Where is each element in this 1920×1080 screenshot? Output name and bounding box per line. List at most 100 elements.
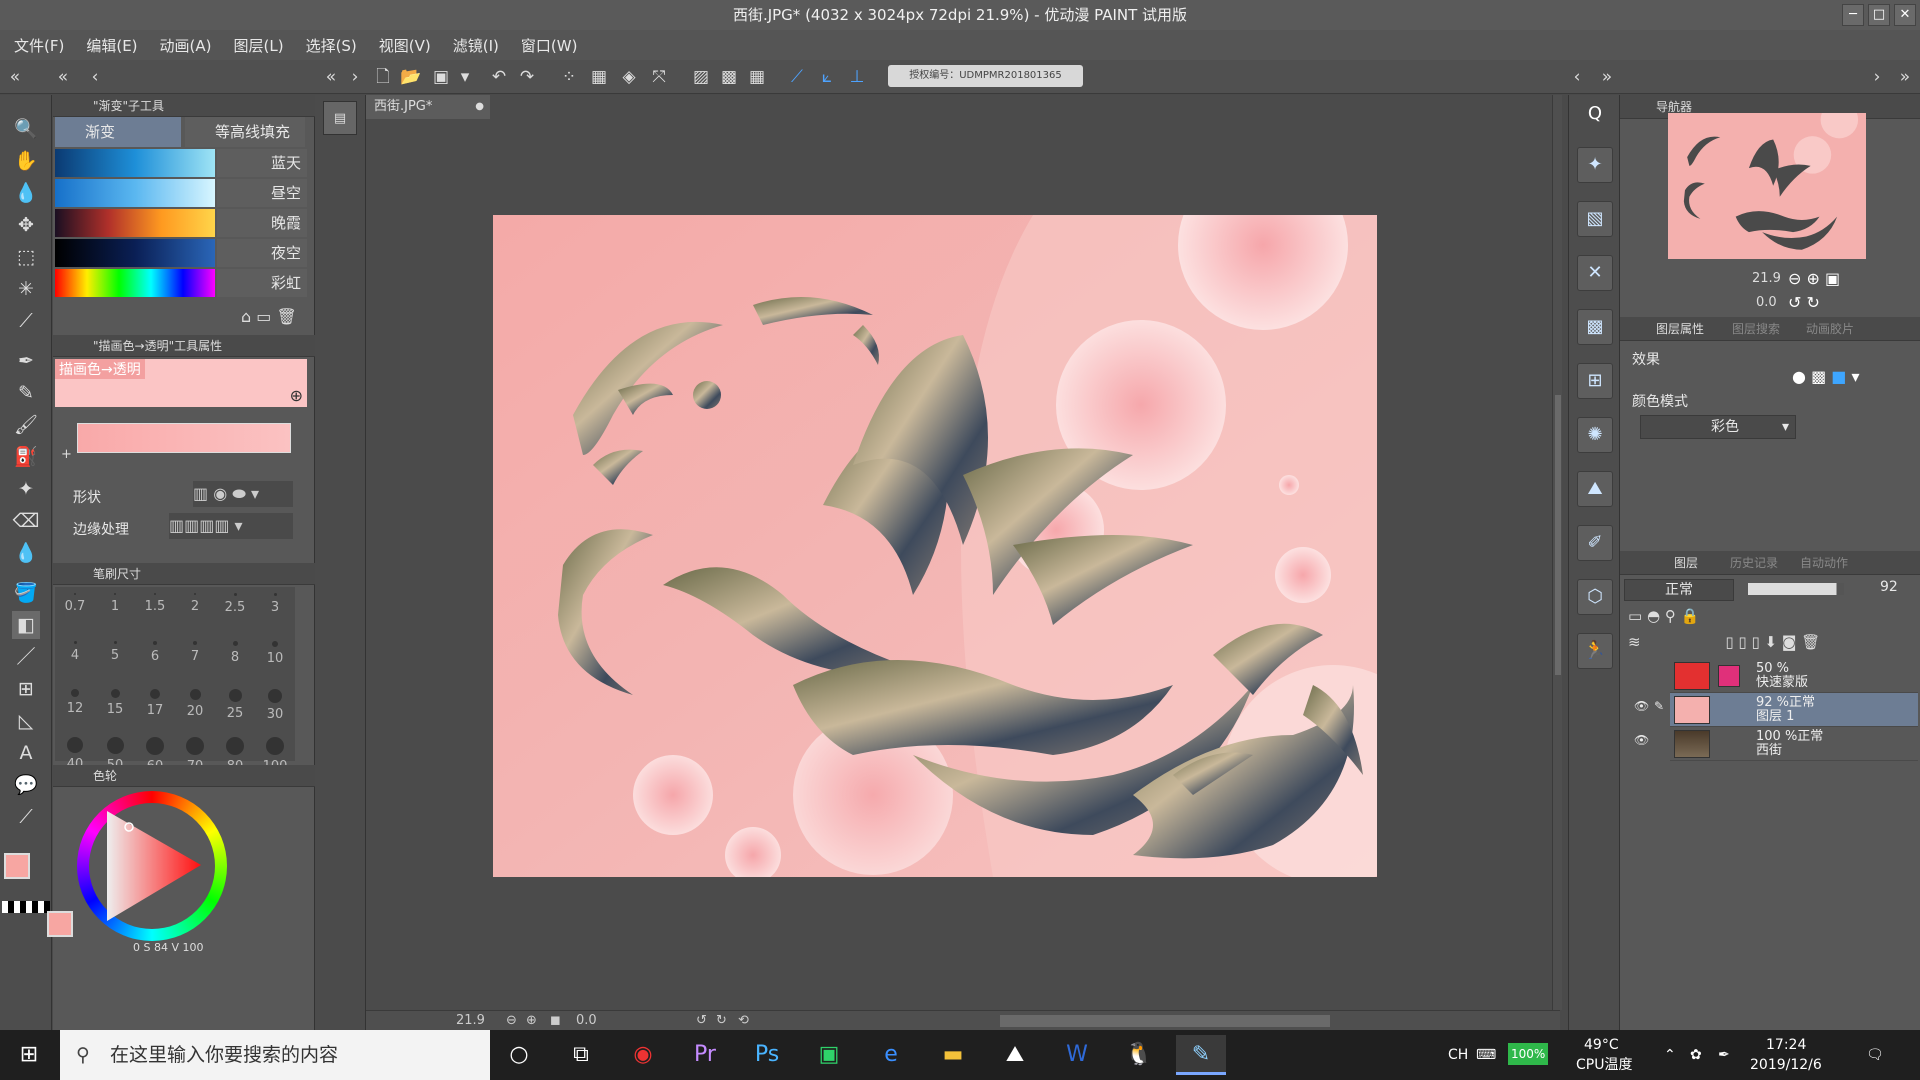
rotate-right-icon[interactable]: ↻	[1807, 293, 1820, 312]
premiere-icon[interactable]: Pr	[680, 1035, 730, 1075]
edit-pen-icon[interactable]: ✎	[1654, 699, 1664, 713]
brush-size-cell[interactable]: 17	[135, 683, 175, 731]
menu-layer[interactable]: 图层(L)	[234, 35, 284, 56]
move-tool-icon[interactable]: ✥	[12, 211, 40, 239]
tab-contour-fill[interactable]: 等高线填充	[185, 117, 305, 147]
cortana-icon[interactable]: ○	[494, 1035, 544, 1075]
close-tab-icon[interactable]: ●	[475, 95, 484, 119]
vertical-scrollbar[interactable]	[1552, 95, 1562, 1010]
material-landscape-icon[interactable]: ⛰	[1577, 471, 1613, 507]
notification-icon[interactable]: 🗨	[1866, 1030, 1884, 1080]
brush-size-cell[interactable]: 7	[175, 635, 215, 683]
material-checker-icon[interactable]: ▩	[1577, 309, 1613, 345]
chevron-right-icon[interactable]: ›	[344, 66, 366, 88]
chevron-left-icon[interactable]: ‹	[1566, 66, 1588, 88]
menu-animation[interactable]: 动画(A)	[160, 35, 212, 56]
brush-size-cell[interactable]: 4	[55, 635, 95, 683]
new-subtool-icon[interactable]: ▭	[256, 307, 271, 326]
mask-icon[interactable]: ◓	[1647, 607, 1660, 625]
tab-history[interactable]: 历史记录	[1730, 551, 1778, 575]
fit-icon[interactable]: ▣	[1825, 269, 1840, 288]
material-frame-icon[interactable]: ⊞	[1577, 363, 1613, 399]
task-view-icon[interactable]: ⧉	[556, 1035, 606, 1075]
shape-selector[interactable]: ▥ ◉ ⬬ ▾	[193, 481, 293, 507]
selection-tool-icon[interactable]: ⬚	[12, 243, 40, 271]
blend-mode-select[interactable]: 正常	[1624, 579, 1734, 601]
brush-size-cell[interactable]: 10	[255, 635, 295, 683]
menu-select[interactable]: 选择(S)	[306, 35, 357, 56]
hue-ring[interactable]	[77, 791, 227, 941]
text-tool-icon[interactable]: A	[12, 739, 40, 767]
main-color-swatch[interactable]	[4, 853, 30, 879]
brush-size-cell[interactable]: 12	[55, 683, 95, 731]
dropdown-arrow-icon[interactable]: ▾	[454, 66, 476, 88]
layer-mask-icon[interactable]: ◙	[1782, 633, 1797, 651]
saturation-triangle[interactable]	[97, 807, 207, 925]
material-pattern-icon[interactable]: ✦	[1577, 147, 1613, 183]
clear-icon[interactable]: ▨	[690, 66, 712, 88]
zoom-out-icon[interactable]: ⊖	[1788, 269, 1801, 288]
menu-file[interactable]: 文件(F)	[14, 35, 64, 56]
eye-icon[interactable]: 👁	[1634, 699, 1649, 713]
horizontal-scrollbar[interactable]	[1000, 1015, 1330, 1027]
new-folder-icon[interactable]: ▯	[1751, 633, 1759, 651]
navigator-title[interactable]: 导航器	[1620, 100, 1692, 114]
photoshop-icon[interactable]: Ps	[742, 1035, 792, 1075]
rotate-left-icon[interactable]: ↺	[696, 1013, 707, 1028]
material-pen-icon[interactable]: ✐	[1577, 525, 1613, 561]
navigator-zoom[interactable]: 21.9	[1752, 271, 1781, 286]
material-3d-icon[interactable]: ⬡	[1577, 579, 1613, 615]
menu-edit[interactable]: 编辑(E)	[86, 35, 137, 56]
status-angle[interactable]: 0.0	[576, 1013, 597, 1028]
document-canvas[interactable]	[493, 215, 1377, 877]
gradient-preset-day-sky[interactable]: 昼空	[55, 179, 307, 209]
gradient-preset-blue-sky[interactable]: 蓝天	[55, 149, 307, 179]
rotate-right-icon[interactable]: ↻	[716, 1013, 727, 1028]
layer-row-xijie[interactable]: 100 %正常 西街	[1670, 727, 1918, 761]
zoom-in-icon[interactable]: ⊕	[526, 1013, 537, 1028]
collapse-right-icon[interactable]: »	[1894, 66, 1916, 88]
gradient-editor-bar[interactable]	[77, 423, 291, 453]
document-tab[interactable]: 西街.JPG* ●	[366, 95, 490, 119]
brush-size-cell[interactable]: 6	[135, 635, 175, 683]
scale-icon[interactable]: ⤧	[648, 66, 670, 88]
canvas-area[interactable]	[366, 95, 1560, 1030]
pen-icon[interactable]: ✒	[1718, 1030, 1730, 1080]
eraser-tool-icon[interactable]: ⌫	[12, 507, 40, 535]
zoom-icon[interactable]: ⊕	[290, 386, 303, 405]
transparent-color-swatch[interactable]	[2, 901, 50, 913]
dropper-tool-icon[interactable]: ⟋	[12, 307, 40, 335]
menu-view[interactable]: 视图(V)	[379, 35, 431, 56]
layer-row-layer-1[interactable]: 92 %正常 图层 1	[1670, 693, 1918, 727]
paint-app-icon[interactable]: ✎	[1176, 1035, 1226, 1075]
gradient-preset-rainbow[interactable]: 彩虹	[55, 269, 307, 299]
taskbar-search[interactable]: ⚲ 在这里输入你要搜索的内容	[60, 1030, 490, 1080]
word-icon[interactable]: W	[1052, 1035, 1102, 1075]
redo-icon[interactable]: ↷	[516, 66, 538, 88]
brush-size-cell[interactable]: 30	[255, 683, 295, 731]
hand-tool-icon[interactable]: ✋	[12, 147, 40, 175]
collapse-left-icon[interactable]: «	[320, 66, 342, 88]
minimize-button[interactable]: ─	[1842, 4, 1864, 26]
decoration-tool-icon[interactable]: ✦	[12, 475, 40, 503]
menu-filter[interactable]: 滤镜(I)	[453, 35, 499, 56]
brush-size-cell[interactable]: 1	[95, 587, 135, 635]
brush-tool-icon[interactable]: 🖌	[12, 411, 40, 439]
figure-tool-icon[interactable]: ／	[12, 643, 40, 671]
navigator-angle[interactable]: 0.0	[1756, 295, 1777, 310]
tab-gradient[interactable]: 渐变	[55, 117, 181, 147]
collapse-left-icon[interactable]: «	[52, 66, 74, 88]
dropdown-arrow-icon[interactable]: ▾	[1852, 367, 1860, 386]
balloon-tool-icon[interactable]: 💬	[12, 771, 40, 799]
material-effect-icon[interactable]: ✺	[1577, 417, 1613, 453]
brush-size-cell[interactable]: 5	[95, 635, 135, 683]
wheel-main-color[interactable]	[47, 911, 73, 937]
menu-window[interactable]: 窗口(W)	[521, 35, 578, 56]
reference-icon[interactable]: ⚲	[1665, 607, 1676, 625]
select-all-icon[interactable]: ⁘	[558, 66, 580, 88]
material-figure-icon[interactable]: 🏃	[1577, 633, 1613, 669]
qq-icon[interactable]: 🐧	[1114, 1035, 1164, 1075]
transform-icon[interactable]: ▦	[588, 66, 610, 88]
brush-size-cell[interactable]: 20	[175, 683, 215, 731]
layer-color-icon[interactable]: ■	[1831, 367, 1846, 386]
